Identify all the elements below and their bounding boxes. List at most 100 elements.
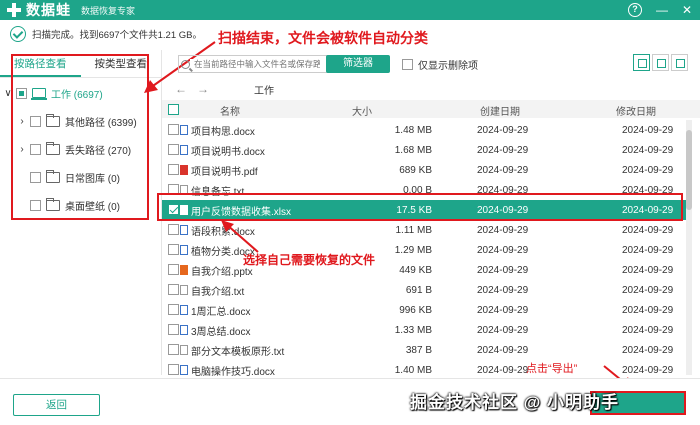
file-name: 1周汇总.docx <box>191 306 251 318</box>
created-date: 2024-09-29 <box>477 164 529 176</box>
back-arrow-icon[interactable]: ← <box>170 82 192 96</box>
modified-date: 2024-09-29 <box>622 304 674 316</box>
docx-file-icon <box>180 365 188 375</box>
row-checkbox[interactable] <box>168 124 179 135</box>
docx-file-icon <box>180 225 188 235</box>
table-row[interactable]: 部分文本模板原形.txt 387 B 2024-09-29 2024-09-29 <box>162 340 686 360</box>
path-bar: ← → 工作 <box>170 80 690 98</box>
row-checkbox[interactable] <box>168 164 179 175</box>
pdf-file-icon <box>180 165 188 175</box>
row-checkbox[interactable] <box>168 304 179 315</box>
window-controls: ? — ✕ <box>627 2 692 18</box>
row-checkbox[interactable] <box>168 244 179 255</box>
file-size: 1.33 MB <box>394 324 432 336</box>
pptx-file-icon <box>180 265 188 275</box>
only-deleted-label: 仅显示删除项 <box>418 61 478 72</box>
table-row[interactable]: 项目构思.docx 1.48 MB 2024-09-29 2024-09-29 <box>162 120 686 140</box>
modified-date: 2024-09-29 <box>622 144 674 156</box>
annotation-bottom: 点击“导出” <box>526 363 578 375</box>
table-row[interactable]: 项目说明书.docx 1.68 MB 2024-09-29 2024-09-29 <box>162 140 686 160</box>
header-size[interactable]: 大小 <box>352 103 372 118</box>
created-date: 2024-09-29 <box>477 124 529 136</box>
txt-file-icon <box>180 285 188 295</box>
row-checkbox[interactable] <box>168 344 179 355</box>
modified-date: 2024-09-29 <box>622 244 674 256</box>
file-size: 1.48 MB <box>394 124 432 136</box>
only-deleted-toggle[interactable]: 仅显示删除项 <box>402 57 478 72</box>
file-size: 1.40 MB <box>394 364 432 376</box>
file-name: 项目说明书.docx <box>191 146 265 158</box>
scrollbar-thumb[interactable] <box>686 130 692 210</box>
row-checkbox[interactable] <box>168 224 179 235</box>
row-checkbox[interactable] <box>168 144 179 155</box>
table-header: 名称 大小 创建日期 修改日期 <box>162 100 700 118</box>
created-date: 2024-09-29 <box>477 284 529 296</box>
status-text: 扫描完成。找到6697个文件共1.21 GB。 <box>32 30 202 41</box>
grid-view-icon[interactable] <box>633 54 650 71</box>
created-date: 2024-09-29 <box>477 264 529 276</box>
file-size: 1.11 MB <box>395 224 433 236</box>
select-all-checkbox[interactable] <box>168 104 179 115</box>
annotation-box-selected-row <box>157 193 683 221</box>
row-checkbox[interactable] <box>168 364 179 375</box>
file-name: 电脑操作技巧.docx <box>191 366 275 378</box>
close-icon[interactable]: ✕ <box>682 2 692 18</box>
table-row[interactable]: 自我介绍.pptx 449 KB 2024-09-29 2024-09-29 <box>162 260 686 280</box>
docx-file-icon <box>180 145 188 155</box>
modified-date: 2024-09-29 <box>622 284 674 296</box>
modified-date: 2024-09-29 <box>622 264 674 276</box>
filter-button[interactable]: 筛选器 <box>326 55 390 73</box>
annotation-top: 扫描结束，文件会被软件自动分类 <box>218 30 428 46</box>
created-date: 2024-09-29 <box>477 324 529 336</box>
file-size: 1.29 MB <box>394 244 432 256</box>
file-size: 689 KB <box>399 164 432 176</box>
file-size: 387 B <box>405 344 432 356</box>
header-created[interactable]: 创建日期 <box>480 103 520 118</box>
list-view-icon[interactable] <box>652 54 669 71</box>
table-row[interactable]: 项目说明书.pdf 689 KB 2024-09-29 2024-09-29 <box>162 160 686 180</box>
modified-date: 2024-09-29 <box>622 164 674 176</box>
file-name: 项目构思.docx <box>191 126 255 138</box>
table-row[interactable]: 自我介绍.txt 691 B 2024-09-29 2024-09-29 <box>162 280 686 300</box>
search-icon[interactable] <box>181 59 190 69</box>
docx-file-icon <box>180 125 188 135</box>
header-name[interactable]: 名称 <box>220 103 240 118</box>
row-checkbox[interactable] <box>168 324 179 335</box>
header-modified[interactable]: 修改日期 <box>616 103 656 118</box>
row-checkbox[interactable] <box>168 284 179 295</box>
footer: 返回 掘金技术社区 @ 小明助手 <box>0 378 700 425</box>
help-icon[interactable]: ? <box>627 3 642 17</box>
docx-file-icon <box>180 325 188 335</box>
file-name: 自我介绍.txt <box>191 286 245 298</box>
check-circle-icon <box>10 26 26 42</box>
created-date: 2024-09-29 <box>477 304 529 316</box>
file-size: 996 KB <box>399 304 432 316</box>
created-date: 2024-09-29 <box>477 244 529 256</box>
search-input[interactable] <box>190 59 320 69</box>
detail-view-icon[interactable] <box>671 54 688 71</box>
created-date: 2024-09-29 <box>477 144 529 156</box>
scrollbar[interactable] <box>686 120 692 375</box>
txt-file-icon <box>180 345 188 355</box>
file-size: 691 B <box>405 284 432 296</box>
search-box[interactable] <box>178 55 328 73</box>
file-list: 项目构思.docx 1.48 MB 2024-09-29 2024-09-29 项目说明… <box>162 120 686 400</box>
docx-file-icon <box>180 245 188 255</box>
table-row[interactable]: 1周汇总.docx 996 KB 2024-09-29 2024-09-29 <box>162 300 686 320</box>
only-deleted-checkbox[interactable] <box>402 59 413 70</box>
current-path: 工作 <box>254 85 274 97</box>
file-size: 449 KB <box>399 264 432 276</box>
created-date: 2024-09-29 <box>477 224 529 236</box>
title-bar: 数据蛙 数据恢复专家 ? — ✕ <box>0 0 700 20</box>
annotation-arrow-icon <box>221 220 259 253</box>
back-button[interactable]: 返回 <box>13 394 100 416</box>
row-checkbox[interactable] <box>168 264 179 275</box>
file-size: 1.68 MB <box>394 144 432 156</box>
modified-date: 2024-09-29 <box>622 124 674 136</box>
minimize-icon[interactable]: — <box>656 2 668 18</box>
modified-date: 2024-09-29 <box>622 324 674 336</box>
modified-date: 2024-09-29 <box>622 224 674 236</box>
forward-arrow-icon[interactable]: → <box>192 82 214 96</box>
plus-logo-icon <box>6 2 22 18</box>
table-row[interactable]: 3周总结.docx 1.33 MB 2024-09-29 2024-09-29 <box>162 320 686 340</box>
